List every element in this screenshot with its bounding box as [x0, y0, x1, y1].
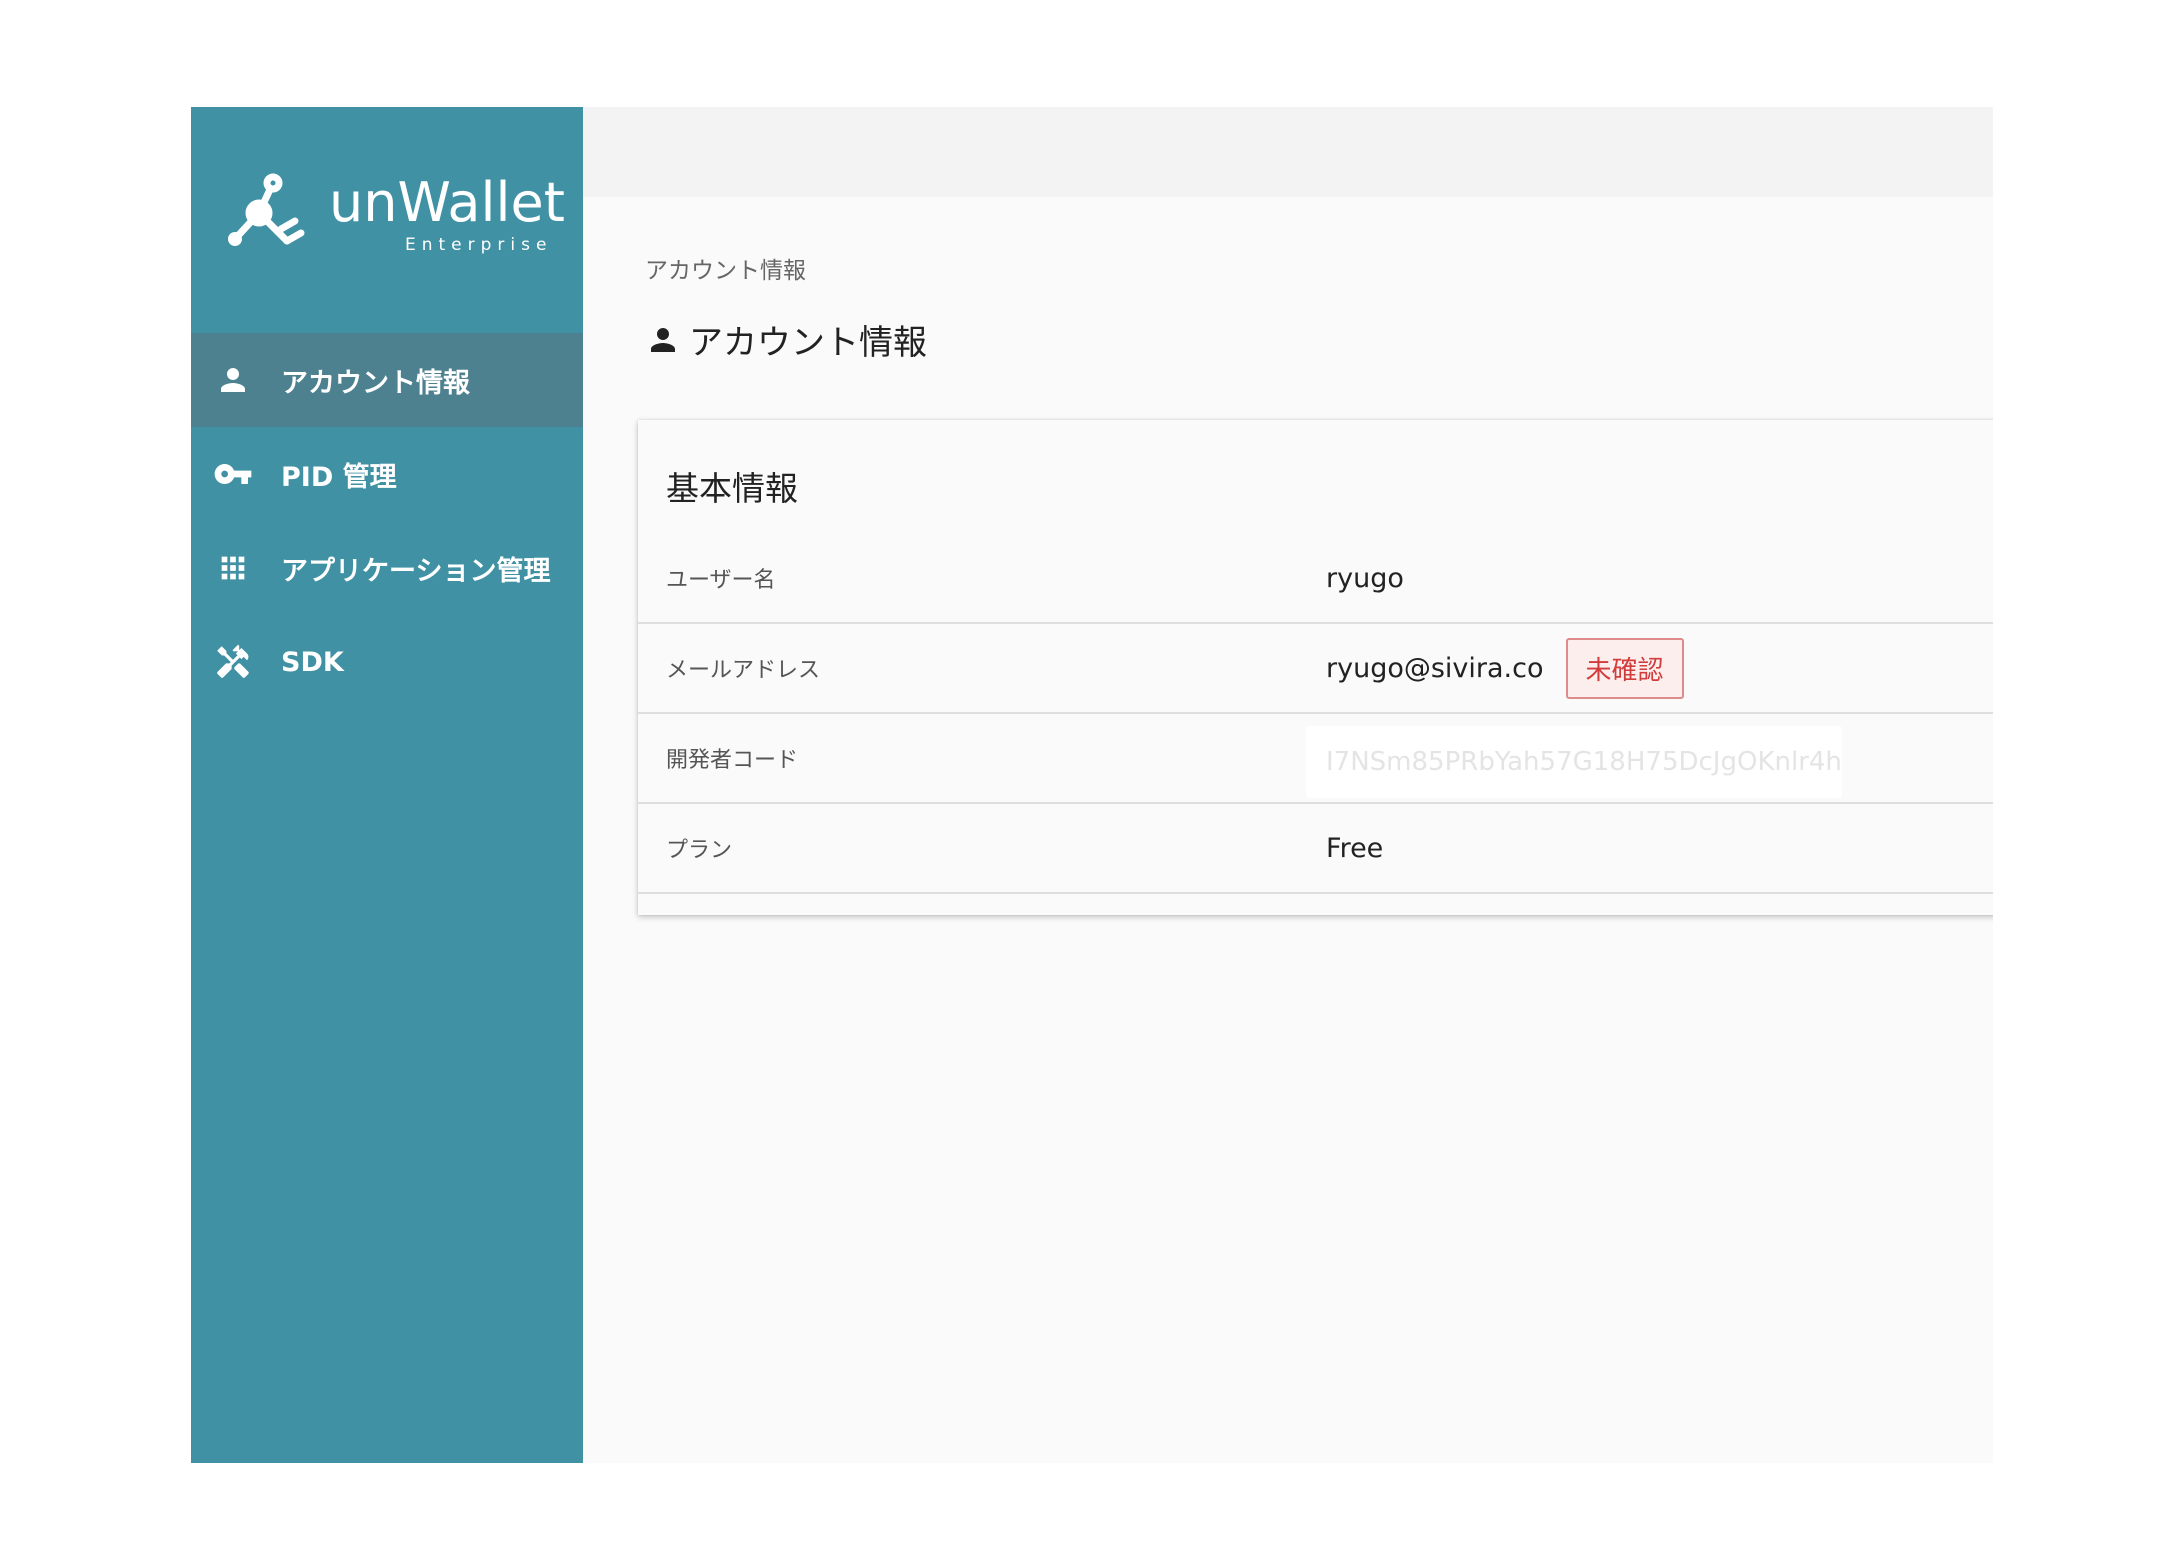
sidebar-item-label: アプリケーション管理 [281, 555, 551, 587]
brand-name: unWallet [329, 171, 565, 234]
sidebar-nav: アカウント情報 PID 管理 アプリケーション管理 SDK [191, 333, 583, 709]
sidebar: unWallet Enterprise アカウント情報 PID 管理 アプリケー… [191, 107, 583, 1463]
info-row-plan: プラン Free [638, 804, 1993, 894]
app-window: unWallet Enterprise アカウント情報 PID 管理 アプリケー… [191, 107, 1993, 1463]
sidebar-item-account[interactable]: アカウント情報 [191, 333, 583, 427]
sidebar-item-label: アカウント情報 [281, 367, 470, 399]
email-value: ryugo@sivira.co 未確認 [1326, 637, 1684, 699]
plan-text: Free [1326, 832, 1384, 864]
developer-code-text: I7NSm85PRbYah57G18H75DcJgOKnlr4h [1326, 747, 1842, 777]
username-value: ryugo [1326, 563, 1404, 594]
sidebar-item-applications[interactable]: アプリケーション管理 [191, 521, 583, 615]
brand-logo[interactable]: unWallet Enterprise [225, 167, 565, 267]
unwallet-logo-icon [228, 173, 305, 246]
person-icon [651, 327, 675, 352]
person-icon [211, 358, 255, 402]
username-text: ryugo [1326, 562, 1404, 594]
main-content: アカウント情報 アカウント情報 基本情報 ユーザー名 ryugo メールアドレス… [583, 107, 1993, 1463]
key-icon [211, 452, 255, 496]
row-label: プラン [666, 838, 733, 863]
page-title-text: アカウント情報 [689, 323, 927, 363]
unverified-badge[interactable]: 未確認 [1565, 637, 1684, 699]
apps-grid-icon [211, 546, 255, 590]
page-title: アカウント情報 [645, 315, 927, 364]
tools-icon [211, 640, 255, 684]
card-title: 基本情報 [666, 469, 798, 508]
plan-value: Free [1326, 833, 1383, 864]
sidebar-item-sdk[interactable]: SDK [191, 615, 583, 709]
info-row-email: メールアドレス ryugo@sivira.co 未確認 [638, 624, 1993, 714]
row-label: 開発者コード [666, 748, 799, 773]
basic-info-card: 基本情報 ユーザー名 ryugo メールアドレス ryugo@sivira.co… [638, 420, 1993, 915]
sidebar-item-pid[interactable]: PID 管理 [191, 427, 583, 521]
info-row-username: ユーザー名 ryugo [638, 534, 1993, 624]
info-row-developer-code: 開発者コード I7NSm85PRbYah57G18H75DcJgOKnlr4h [638, 714, 1993, 804]
row-label: メールアドレス [666, 658, 821, 683]
sidebar-item-label: SDK [281, 646, 344, 678]
breadcrumb: アカウント情報 [645, 258, 806, 284]
sidebar-item-label: PID 管理 [281, 461, 397, 493]
top-app-bar [583, 107, 1993, 197]
info-list: ユーザー名 ryugo メールアドレス ryugo@sivira.co 未確認 … [638, 534, 1993, 894]
row-label: ユーザー名 [666, 568, 776, 593]
email-text: ryugo@sivira.co [1326, 652, 1544, 684]
developer-code-field[interactable]: I7NSm85PRbYah57G18H75DcJgOKnlr4h [1306, 726, 1842, 798]
brand-subtitle: Enterprise [405, 235, 553, 255]
